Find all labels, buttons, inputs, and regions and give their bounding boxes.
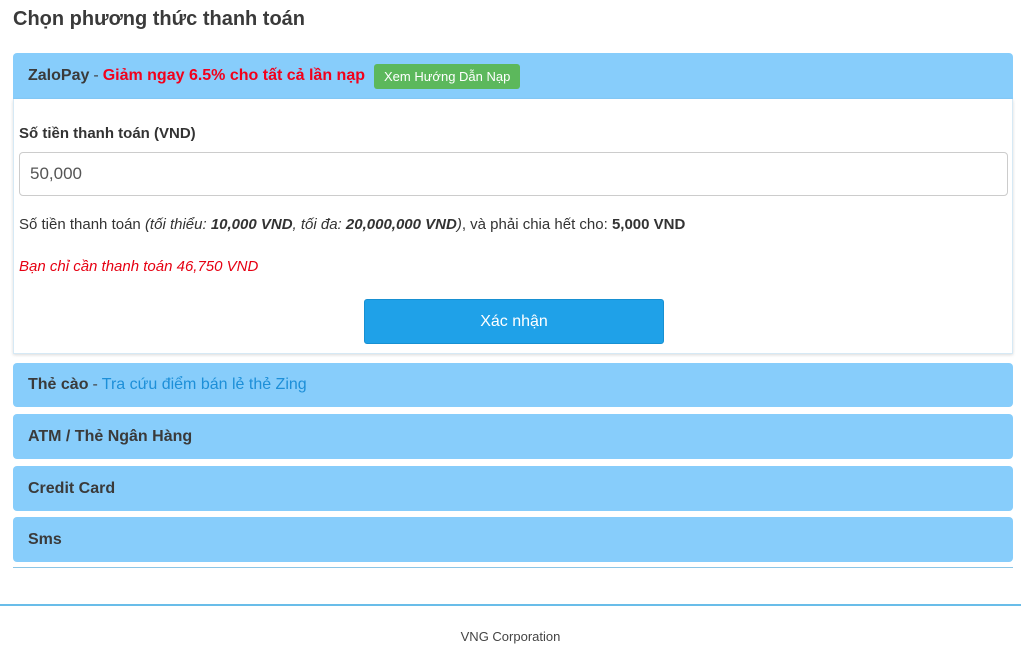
method-zalopay-header[interactable]: ZaloPay - Giảm ngay 6.5% cho tất cả lần … bbox=[13, 53, 1013, 99]
method-credit-card-header[interactable]: Credit Card bbox=[13, 466, 1013, 511]
amount-input[interactable] bbox=[19, 152, 1008, 196]
footer-company: VNG Corporation bbox=[460, 629, 561, 644]
method-atm-name: ATM / Thẻ Ngân Hàng bbox=[28, 427, 193, 445]
hint-max-label: , tối đa: bbox=[292, 216, 342, 233]
hint-open: (tối thiểu: bbox=[144, 216, 207, 233]
zalopay-promo-text: Giảm ngay 6.5% cho tất cả lần nạp bbox=[102, 67, 365, 84]
hint-prefix: Số tiền thanh toán bbox=[19, 216, 141, 233]
method-credit-card-name: Credit Card bbox=[28, 479, 116, 497]
amount-hint: Số tiền thanh toán (tối thiểu: 10,000 VN… bbox=[19, 216, 685, 233]
view-guide-button[interactable]: Xem Hướng Dẫn Nạp bbox=[374, 63, 521, 89]
pay-amount-note: Bạn chỉ cần thanh toán 46,750 VND bbox=[19, 258, 259, 275]
method-separator: - bbox=[93, 67, 99, 84]
hint-divisible-text: , và phải chia hết cho: bbox=[461, 216, 608, 233]
method-card-name: Thẻ cào bbox=[28, 376, 89, 393]
hint-min: 10,000 VND bbox=[210, 216, 293, 233]
hint-limits: (tối thiểu: 10,000 VND, tối đa: 20,000,0… bbox=[145, 216, 462, 233]
zing-retail-lookup-link[interactable]: Tra cứu điểm bán lẻ thẻ Zing bbox=[102, 376, 307, 394]
method-sms-name: Sms bbox=[28, 530, 62, 548]
zalopay-form-panel: Số tiền thanh toán (VND) Số tiền thanh t… bbox=[13, 99, 1013, 354]
amount-label: Số tiền thanh toán (VND) bbox=[19, 125, 196, 142]
footer-divider bbox=[0, 604, 1021, 606]
method-atm-header[interactable]: ATM / Thẻ Ngân Hàng bbox=[13, 414, 1013, 459]
methods-bottom-divider bbox=[13, 567, 1013, 568]
hint-max: 20,000,000 VND bbox=[345, 216, 457, 233]
hint-divisible: 5,000 VND bbox=[611, 216, 686, 233]
page-title: Chọn phương thức thanh toán bbox=[13, 8, 306, 30]
method-zalopay-name: ZaloPay bbox=[28, 67, 90, 84]
method-sms-header[interactable]: Sms bbox=[13, 517, 1013, 562]
method-separator: - bbox=[92, 376, 98, 393]
confirm-button[interactable]: Xác nhận bbox=[364, 299, 664, 344]
method-card-header[interactable]: Thẻ cào - Tra cứu điểm bán lẻ thẻ Zing bbox=[13, 363, 1013, 407]
